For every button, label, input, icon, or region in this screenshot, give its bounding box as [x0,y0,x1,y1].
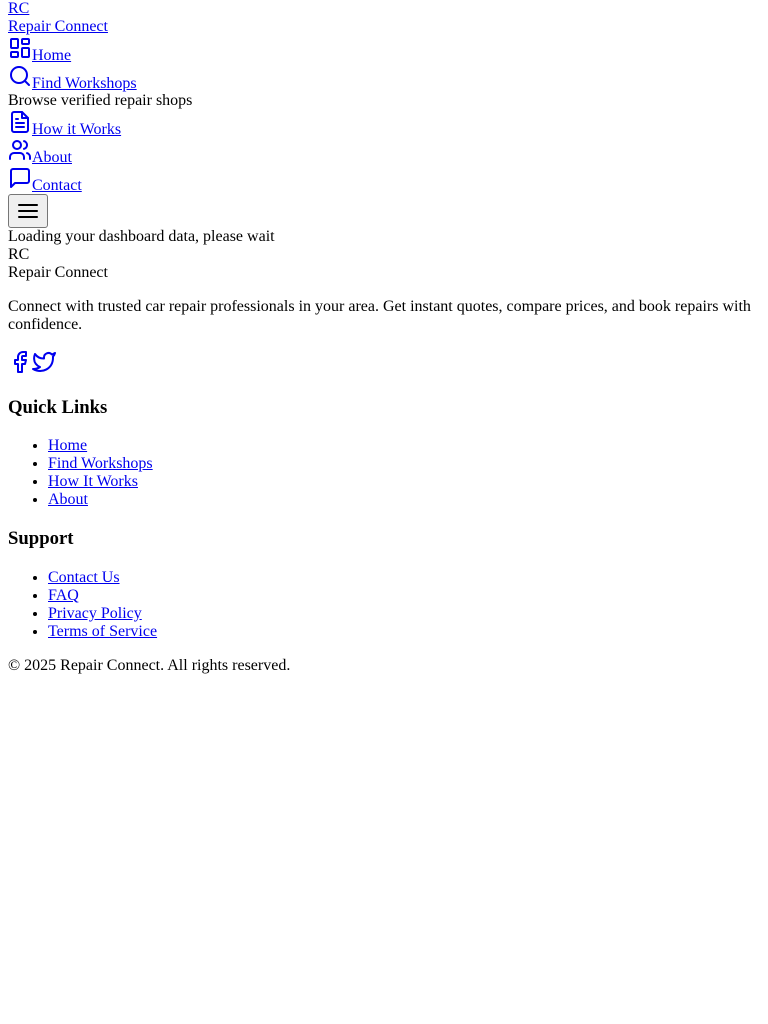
social-links [8,350,760,378]
site-header: RC Repair Connect Home Find Workshops Br… [8,0,760,228]
list-item: About [48,491,760,509]
nav-home-label: Home [32,47,72,64]
site-footer: RC Repair Connect Connect with trusted c… [8,246,760,675]
nav-contact-label: Contact [32,177,82,194]
nav-contact[interactable]: Contact [8,166,760,194]
support-link-terms-of-service[interactable]: Terms of Service [48,623,157,640]
document-icon [8,110,32,134]
quick-link-home[interactable]: Home [48,437,87,454]
footer-tagline: Connect with trusted car repair professi… [8,298,751,333]
quick-links-section: Quick Links Home Find Workshops How It W… [8,397,760,510]
copyright-text: © 2025 Repair Connect. All rights reserv… [8,656,291,674]
loading-message: Loading your dashboard data, please wait [8,228,275,245]
quick-links-list: Home Find Workshops How It Works About [8,437,760,509]
list-item: Home [48,437,760,455]
main-nav: Home Find Workshops Browse verified repa… [8,36,760,194]
list-item: Find Workshops [48,455,760,473]
logo-link[interactable]: RC [8,0,760,18]
facebook-link[interactable] [8,350,32,379]
message-icon [8,166,32,190]
nav-find-workshops-label: Find Workshops [32,75,137,92]
logo-name: Repair Connect [8,18,108,35]
list-item: Privacy Policy [48,605,760,623]
support-link-privacy-policy[interactable]: Privacy Policy [48,605,142,622]
dashboard-grid-icon [8,36,32,60]
users-icon [8,138,32,162]
footer-logo-initials: RC [8,246,30,263]
facebook-icon [8,351,32,378]
logo-initials: RC [8,0,30,17]
list-item: FAQ [48,587,760,605]
nav-about-label: About [32,149,72,166]
quick-link-about[interactable]: About [48,491,88,508]
twitter-icon [32,352,56,378]
list-item: Contact Us [48,569,760,587]
nav-about[interactable]: About [8,138,760,166]
search-icon [8,64,32,88]
quick-link-how-it-works[interactable]: How It Works [48,473,138,490]
list-item: Terms of Service [48,623,760,641]
quick-links-heading: Quick Links [8,396,108,418]
nav-find-workshops[interactable]: Find Workshops [8,64,760,92]
nav-how-it-works-label: How it Works [32,121,122,138]
twitter-link[interactable] [32,350,56,379]
support-section: Support Contact Us FAQ Privacy Policy Te… [8,528,760,641]
list-item: How It Works [48,473,760,491]
nav-home[interactable]: Home [8,36,760,64]
menu-toggle-button[interactable] [8,194,48,228]
support-link-faq[interactable]: FAQ [48,587,79,604]
support-link-contact-us[interactable]: Contact Us [48,569,120,586]
support-links-list: Contact Us FAQ Privacy Policy Terms of S… [8,569,760,641]
nav-find-workshops-description: Browse verified repair shops [8,92,193,109]
footer-logo-name: Repair Connect [8,264,108,281]
support-heading: Support [8,528,74,550]
nav-how-it-works[interactable]: How it Works [8,110,760,138]
quick-link-find-workshops[interactable]: Find Workshops [48,455,153,472]
main-content: Loading your dashboard data, please wait [8,228,760,246]
logo-name-link[interactable]: Repair Connect [8,18,760,36]
hamburger-menu-icon [9,199,47,223]
